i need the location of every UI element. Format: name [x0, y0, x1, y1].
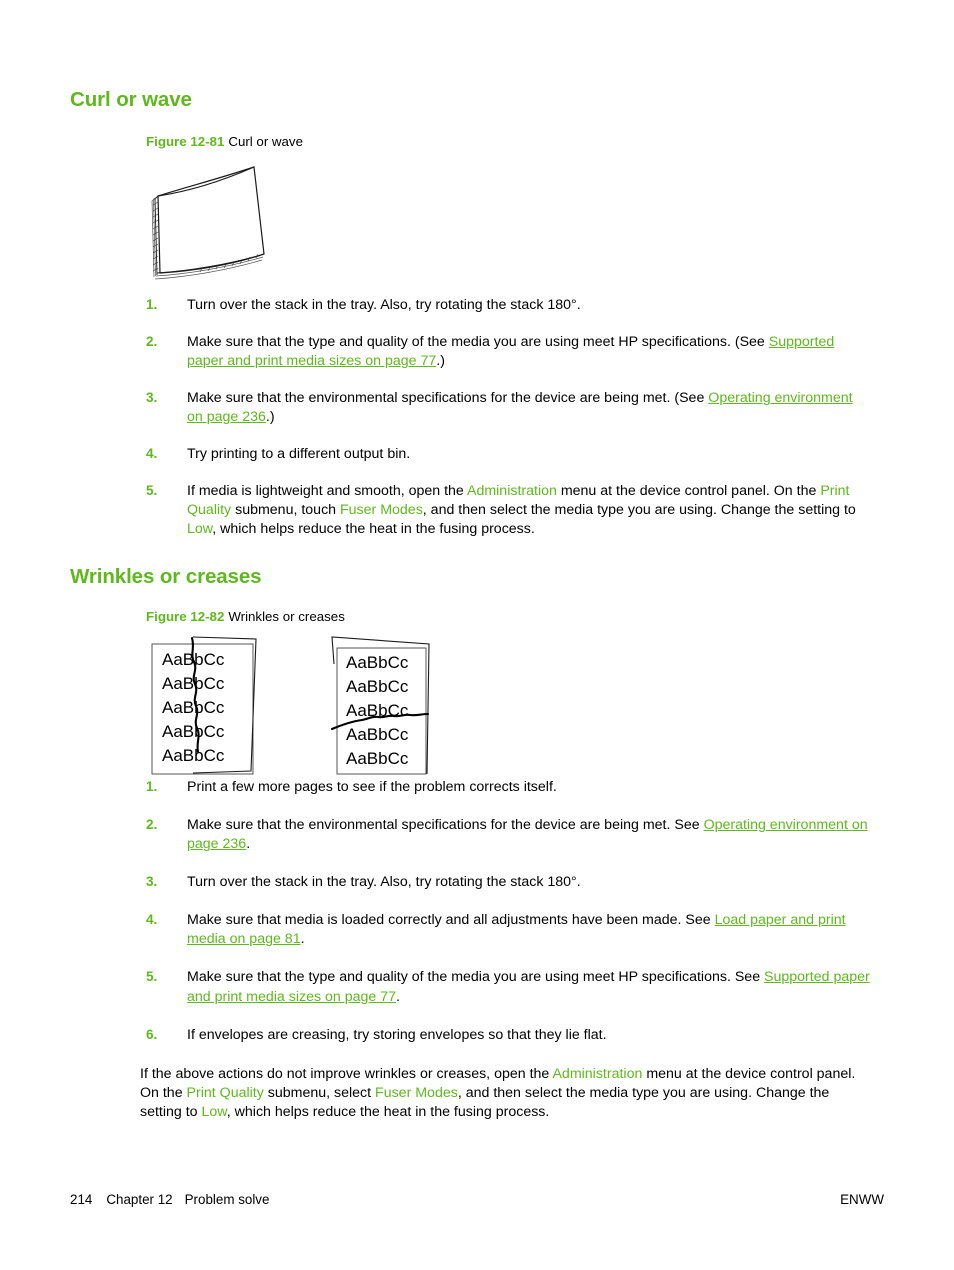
list-item-number: 2.: [146, 334, 158, 350]
page-content: Curl or wave Figure 12-81 Curl or wave 1…: [70, 88, 870, 1136]
cross-reference-link[interactable]: Load paper and print media on page 81: [187, 912, 846, 947]
list-item-number: 4.: [146, 912, 158, 928]
ui-term: Administration: [552, 1065, 643, 1082]
list-item-number: 1.: [146, 297, 158, 312]
list-item: 5. If media is lightweight and smooth, o…: [146, 482, 870, 539]
cross-reference-link[interactable]: Supported paper and print media sizes on…: [187, 334, 834, 369]
wrinkle-sample-right: AaBbCc AaBbCc AaBbCc AaBbCc AaBbCc: [330, 636, 430, 775]
list-item: 1. Print a few more pages to see if the …: [146, 778, 870, 797]
figure-caption-12-82: Figure 12-82 Wrinkles or creases: [146, 609, 870, 624]
footer-chapter: Chapter 12: [106, 1192, 173, 1207]
footer-left: 214 Chapter 12 Problem solve: [70, 1192, 269, 1207]
page-title-curl-or-wave: Curl or wave: [70, 88, 192, 111]
ui-term: Fuser Modes: [340, 502, 423, 519]
sample-line: AaBbCc: [162, 746, 225, 765]
list-item: 4. Try printing to a different output bi…: [146, 445, 870, 464]
figure-number: Figure 12-82: [146, 609, 225, 625]
cross-reference-link[interactable]: Supported paper and print media sizes on…: [187, 969, 870, 1004]
sample-line: AaBbCc: [162, 698, 225, 717]
sample-line: AaBbCc: [162, 722, 225, 741]
list-item-number: 5.: [146, 483, 158, 499]
list-item-text: Try printing to a different output bin.: [187, 446, 411, 463]
list-item-text: Make sure that the environmental specifi…: [187, 817, 868, 853]
list-item-number: 6.: [146, 1026, 158, 1042]
figure-title: Wrinkles or creases: [228, 609, 345, 625]
list-item: 1. Turn over the stack in the tray. Also…: [146, 296, 870, 315]
list-item: 5. Make sure that the type and quality o…: [146, 968, 870, 1006]
figure-wrinkled-pages: .samp { font-family: "Liberation Sans", …: [146, 636, 870, 778]
list-item-text: If envelopes are creasing, try storing e…: [187, 1026, 607, 1043]
ui-term: Low: [187, 521, 213, 538]
list-item-text: Make sure that the environmental specifi…: [187, 390, 853, 426]
page-title-wrinkles-or-creases: Wrinkles or creases: [70, 565, 262, 589]
page-footer: 214 Chapter 12 Problem solve ENWW: [70, 1192, 884, 1207]
cross-reference-link[interactable]: Operating environment on page 236: [187, 817, 868, 852]
list-item: 2. Make sure that the environmental spec…: [146, 816, 870, 854]
list-item: 3. Turn over the stack in the tray. Also…: [146, 873, 870, 892]
steps-list-wrinkles-or-creases: 1. Print a few more pages to see if the …: [146, 778, 870, 1044]
sample-line: AaBbCc: [346, 677, 409, 696]
figure-number: Figure 12-81: [146, 134, 225, 149]
closing-paragraph: If the above actions do not improve wrin…: [140, 1065, 856, 1120]
list-item-number: 2.: [146, 817, 158, 833]
list-item-text: Turn over the stack in the tray. Also, t…: [187, 874, 581, 891]
list-item-text: Make sure that the type and quality of t…: [187, 334, 835, 370]
list-item: 4. Make sure that media is loaded correc…: [146, 911, 870, 949]
list-item-text: Make sure that media is loaded correctly…: [187, 912, 846, 948]
footer-page-number: 214: [70, 1192, 93, 1207]
list-item-number: 3.: [146, 874, 158, 890]
figure-title: Curl or wave: [228, 134, 303, 149]
cross-reference-link[interactable]: Operating environment on page 236: [187, 390, 853, 425]
list-item-number: 1.: [146, 779, 158, 795]
list-item-text: Print a few more pages to see if the pro…: [187, 779, 557, 796]
list-item-number: 5.: [146, 969, 158, 985]
figure-caption-12-81: Figure 12-81 Curl or wave: [146, 134, 870, 149]
document-page: Curl or wave Figure 12-81 Curl or wave 1…: [0, 0, 954, 1270]
sample-line: AaBbCc: [346, 653, 409, 672]
footer-right-label: ENWW: [840, 1192, 884, 1207]
wrinkle-sample-left: AaBbCc AaBbCc AaBbCc AaBbCc AaBbCc: [151, 636, 257, 775]
list-item-text: Make sure that the type and quality of t…: [187, 969, 870, 1005]
ui-term: Fuser Modes: [375, 1084, 458, 1101]
ui-term: Low: [201, 1103, 227, 1120]
curled-paper-illustration: [151, 166, 265, 280]
ui-term: Print Quality: [186, 1084, 264, 1101]
figure-curled-paper-stack: [146, 161, 870, 286]
footer-chapter-title: Problem solve: [184, 1192, 270, 1207]
list-item-number: 3.: [146, 390, 158, 406]
wrinkled-pages-illustration: .samp { font-family: "Liberation Sans", …: [151, 636, 430, 775]
list-item-text: Turn over the stack in the tray. Also, t…: [187, 297, 581, 313]
list-item-number: 4.: [146, 446, 158, 462]
ui-term: Administration: [466, 483, 557, 500]
steps-list-curl-or-wave: 1. Turn over the stack in the tray. Also…: [146, 296, 870, 539]
list-item: 6. If envelopes are creasing, try storin…: [146, 1026, 870, 1045]
list-item: 2. Make sure that the type and quality o…: [146, 333, 870, 371]
sample-line: AaBbCc: [346, 749, 409, 768]
list-item-text: If media is lightweight and smooth, open…: [187, 483, 856, 538]
list-item: 3. Make sure that the environmental spec…: [146, 389, 870, 427]
sample-line: AaBbCc: [346, 725, 409, 744]
